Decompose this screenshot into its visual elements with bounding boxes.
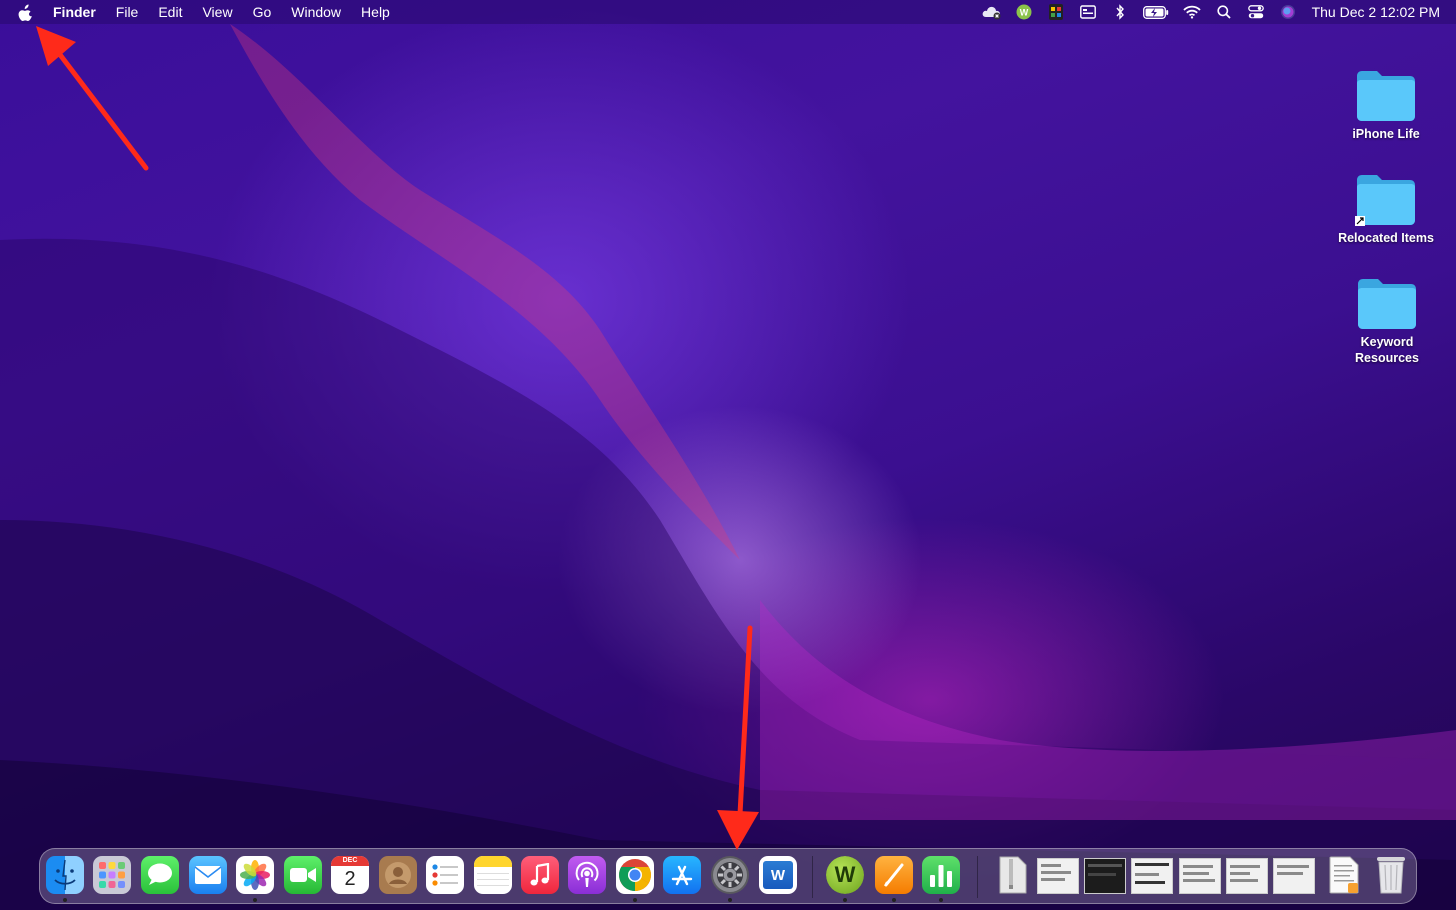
- desktop-folder-iphone-life[interactable]: iPhone Life: [1331, 68, 1441, 142]
- reminders-icon[interactable]: [426, 856, 464, 894]
- podcasts-icon[interactable]: [568, 856, 606, 894]
- menu-file[interactable]: File: [106, 0, 149, 24]
- spotlight-search-icon[interactable]: [1208, 0, 1240, 24]
- word-letter: W: [763, 861, 793, 889]
- calendar-month: DEC: [331, 856, 369, 866]
- archive-document-icon[interactable]: [994, 856, 1032, 894]
- numbers-icon[interactable]: [922, 856, 960, 894]
- grammarly-icon[interactable]: W: [1008, 0, 1040, 24]
- running-indicator: [633, 898, 637, 902]
- app-store-icon[interactable]: [663, 856, 701, 894]
- menu-app-name[interactable]: Finder: [43, 0, 106, 24]
- music-icon[interactable]: [521, 856, 559, 894]
- desktop-wallpaper: [0, 24, 1456, 910]
- running-indicator: [892, 898, 896, 902]
- wunderlist-icon[interactable]: W: [826, 856, 864, 894]
- desktop-folder-relocated-items[interactable]: Relocated Items: [1331, 172, 1441, 246]
- desktop-item-label: iPhone Life: [1352, 127, 1420, 141]
- minimized-window-thumbnail[interactable]: [1226, 858, 1268, 894]
- dock-separator: [977, 856, 978, 898]
- minimized-window-thumbnail[interactable]: [1273, 858, 1315, 894]
- messages-icon[interactable]: [141, 856, 179, 894]
- menu-edit[interactable]: Edit: [148, 0, 192, 24]
- apple-menu-icon[interactable]: [0, 4, 43, 21]
- folder-alias-icon: [1355, 172, 1417, 226]
- contacts-icon[interactable]: [379, 856, 417, 894]
- minimized-window-thumbnail[interactable]: [1084, 858, 1126, 894]
- folder-icon: [1356, 276, 1418, 330]
- menu-go[interactable]: Go: [243, 0, 282, 24]
- minimized-window-thumbnail[interactable]: [1037, 858, 1079, 894]
- menu-extras: W Thu Dec 2 12:02 PM: [976, 0, 1456, 24]
- folder-icon: [1355, 68, 1417, 122]
- running-indicator: [728, 898, 732, 902]
- minimized-window-thumbnail[interactable]: [1179, 858, 1221, 894]
- trash-icon[interactable]: [1372, 856, 1410, 894]
- photos-icon[interactable]: [236, 856, 274, 894]
- calendar-day: 2: [344, 868, 356, 890]
- menu-bar: Finder File Edit View Go Window Help W T…: [0, 0, 1456, 24]
- text-document-icon[interactable]: [1325, 856, 1363, 894]
- minimized-window-thumbnail[interactable]: [1131, 858, 1173, 894]
- wifi-icon[interactable]: [1176, 0, 1208, 24]
- menu-window[interactable]: Window: [281, 0, 351, 24]
- menu-view[interactable]: View: [192, 0, 242, 24]
- facetime-icon[interactable]: [284, 856, 322, 894]
- desktop-item-label: Relocated Items: [1338, 231, 1434, 245]
- pages-icon[interactable]: [875, 856, 913, 894]
- microsoft-word-icon[interactable]: W: [759, 856, 797, 894]
- menu-help[interactable]: Help: [351, 0, 400, 24]
- wunderlist-letter: W: [826, 856, 864, 894]
- istat-icon[interactable]: [1040, 0, 1072, 24]
- running-indicator: [939, 898, 943, 902]
- bluetooth-icon[interactable]: [1104, 0, 1136, 24]
- running-indicator: [843, 898, 847, 902]
- calendar-icon[interactable]: DEC 2: [331, 856, 369, 894]
- finder-icon[interactable]: [46, 856, 84, 894]
- svg-text:W: W: [1019, 8, 1028, 18]
- menu-clock[interactable]: Thu Dec 2 12:02 PM: [1304, 4, 1456, 20]
- dock-separator: [812, 856, 813, 898]
- running-indicator: [63, 898, 67, 902]
- desktop-folder-keyword-resources[interactable]: Keyword Resources: [1332, 276, 1442, 366]
- siri-icon[interactable]: [1272, 0, 1304, 24]
- mail-icon[interactable]: [189, 856, 227, 894]
- control-center-icon[interactable]: [1240, 0, 1272, 24]
- google-chrome-icon[interactable]: [616, 856, 654, 894]
- display-icon[interactable]: [1072, 0, 1104, 24]
- system-preferences-icon[interactable]: [711, 856, 749, 894]
- running-indicator: [253, 898, 257, 902]
- desktop-item-label: Keyword Resources: [1355, 335, 1419, 365]
- battery-icon[interactable]: [1136, 0, 1176, 24]
- launchpad-icon[interactable]: [93, 856, 131, 894]
- creative-cloud-icon[interactable]: [976, 0, 1008, 24]
- notes-icon[interactable]: [474, 856, 512, 894]
